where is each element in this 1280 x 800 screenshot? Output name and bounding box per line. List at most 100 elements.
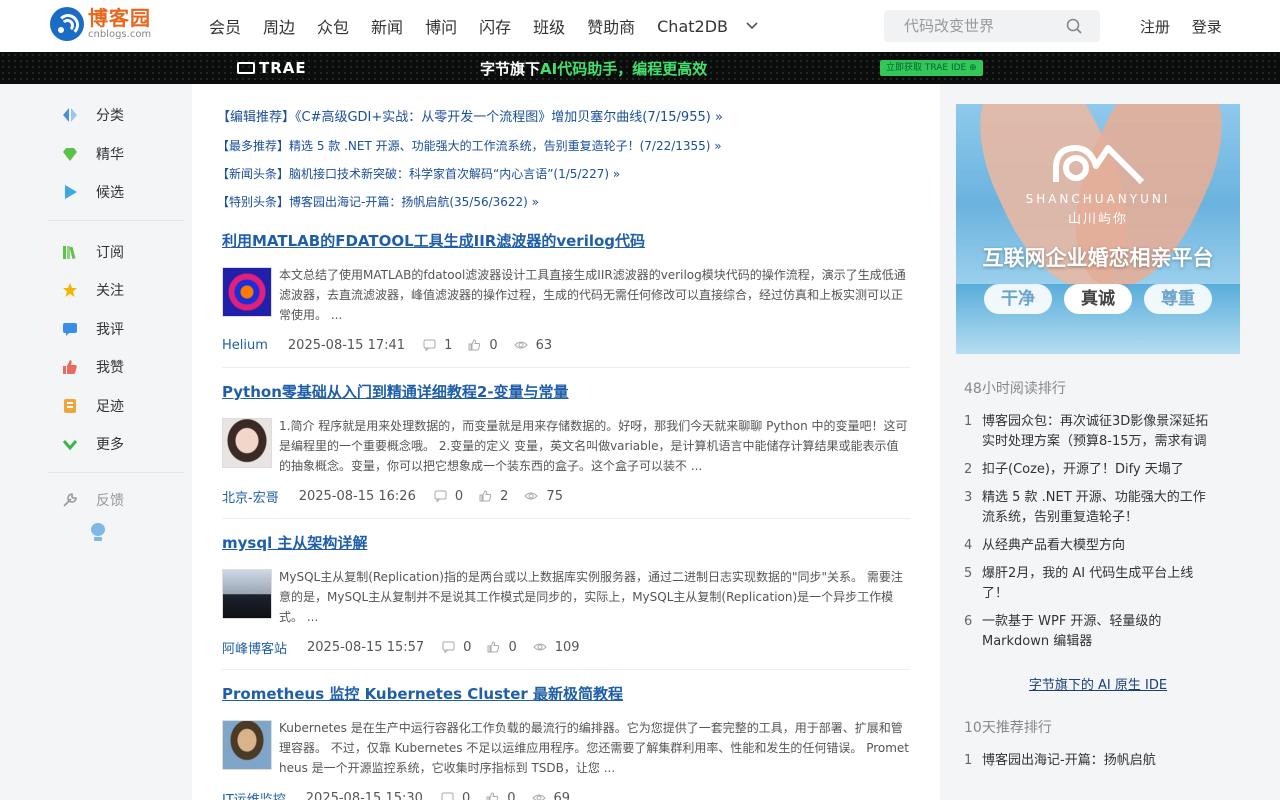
sidebar-item-candidate[interactable]: 候选 <box>48 173 184 212</box>
author-avatar[interactable] <box>222 720 272 770</box>
post-comments[interactable]: 0 <box>434 489 463 504</box>
sidebar-item-follow[interactable]: 关注 <box>48 271 184 310</box>
sidebar-item-label: 候选 <box>96 185 124 202</box>
search-box <box>884 10 1100 42</box>
rank-48h-title: 48小时阅读排行 <box>964 381 1066 397</box>
rank-item[interactable]: 1 博客园众包：再次诚征3D影像景深延拓实时处理方案（预算8-15万，需求有调 <box>964 412 1240 452</box>
play-icon <box>65 185 77 200</box>
post-meta: 阿峰博客站 2025-08-15 15:57 0 0 109 <box>222 637 910 669</box>
nav-item-qa[interactable]: 博问 <box>425 14 457 38</box>
nav-item-class[interactable]: 班级 <box>533 14 565 38</box>
nav-item-merch[interactable]: 周边 <box>263 14 295 38</box>
post-comments[interactable]: 1 <box>423 338 452 353</box>
post-likes[interactable]: 0 <box>468 338 498 353</box>
post-comments[interactable]: 0 <box>441 791 470 800</box>
logo-icon <box>50 7 84 41</box>
books-icon <box>63 245 76 259</box>
ad-pills: 干净 真诚 尊重 <box>984 284 1224 314</box>
post-title[interactable]: Prometheus 监控 Kubernetes Cluster 最新极简教程 <box>222 683 910 704</box>
sidebar-item-more[interactable]: 更多 <box>48 425 184 464</box>
post-item: Python零基础从入门到精通详细教程2-变量与常量 1.简介 程序就是用来处理… <box>222 381 910 519</box>
post-item: 利用MATLAB的FDATOOL工具生成IIR滤波器的verilog代码 本文总… <box>222 230 910 368</box>
author-avatar[interactable] <box>222 267 272 317</box>
post-date: 2025-08-15 17:41 <box>287 337 406 353</box>
sidebar-item-feedback[interactable]: 反馈 <box>48 485 184 515</box>
view-count-icon <box>533 643 547 651</box>
rank-item[interactable]: 1 博客园出海记-开篇：扬帆启航 <box>964 751 1240 771</box>
rank-item[interactable]: 5 爆肝2月，我的 AI 代码生成平台上线了！ <box>964 564 1240 604</box>
post-author[interactable]: 北京-宏哥 <box>222 487 279 506</box>
post-title[interactable]: 利用MATLAB的FDATOOL工具生成IIR滤波器的verilog代码 <box>222 230 910 251</box>
ad-pill: 真诚 <box>1064 284 1132 314</box>
rank-item[interactable]: 4 从经典产品看大模型方向 <box>964 536 1240 556</box>
ad-banner[interactable]: TRAE 字节旗下AI代码助手，编程更高效 立即获取 TRAE IDE ⊕ <box>0 52 1280 84</box>
logo-name-cn: 博客园 <box>88 6 151 30</box>
sidebar-item-featured[interactable]: 精华 <box>48 135 184 174</box>
wrench-icon <box>63 492 77 507</box>
pinned-list: 【编辑推荐】《C#高级GDI+实战：从零开发一个流程图》增加贝塞尔曲线(7/15… <box>217 104 723 216</box>
site-logo[interactable]: 博客园 cnblogs.com <box>50 7 151 41</box>
like-count-icon <box>487 641 500 653</box>
post-views: 69 <box>531 791 570 800</box>
ad-brand-cn: 山川屿你 <box>1067 212 1128 227</box>
author-avatar[interactable] <box>222 418 272 468</box>
post-comments[interactable]: 0 <box>442 640 471 655</box>
like-count-icon <box>468 339 481 351</box>
sidebar-item-my-comments[interactable]: 我评 <box>48 310 184 349</box>
sidebar-item-label: 订阅 <box>96 244 124 261</box>
nav-item-news[interactable]: 新闻 <box>371 14 403 38</box>
rank-10d-list: 1 博客园出海记-开篇：扬帆启航 <box>964 751 1240 771</box>
pinned-item[interactable]: 【特别头条】博客园出海记-开篇：扬帆启航(35/56/3622) » <box>217 188 723 216</box>
post-title[interactable]: Python零基础从入门到精通详细教程2-变量与常量 <box>222 381 910 402</box>
sidebar-item-label: 精华 <box>96 146 124 163</box>
sidebar-ad[interactable]: SHANCHUANYUNI 山川屿你 互联网企业婚恋相亲平台 干净 真诚 尊重 <box>956 104 1240 354</box>
ai-ide-link[interactable]: 字节旗下的 AI 原生 IDE <box>956 674 1240 693</box>
main-nav: 会员 周边 众包 新闻 博问 闪存 班级 赞助商 Chat2DB <box>209 0 758 52</box>
gem-icon <box>63 147 77 161</box>
nav-item-flash[interactable]: 闪存 <box>479 14 511 38</box>
chevron-down-icon[interactable] <box>746 19 758 33</box>
post-meta: IT运维监控 2025-08-15 15:30 0 0 69 <box>222 788 910 800</box>
post-likes[interactable]: 0 <box>487 640 517 655</box>
sidebar-item-label: 关注 <box>96 283 124 300</box>
banner-cta-button[interactable]: 立即获取 TRAE IDE ⊕ <box>880 60 983 76</box>
post-summary: Kubernetes 是在生产中运行容器化工作负载的最流行的编排器。它为您提供了… <box>279 721 910 775</box>
lightbulb-icon[interactable] <box>91 522 105 541</box>
post-meta: Helium 2025-08-15 17:41 1 0 63 <box>222 335 910 367</box>
post-summary: 本文总结了使用MATLAB的fdatool滤波器设计工具直接生成IIR滤波器的v… <box>279 268 906 322</box>
nav-item-chat2db[interactable]: Chat2DB <box>657 17 728 36</box>
post-author[interactable]: 阿峰博客站 <box>222 638 287 657</box>
post-title[interactable]: mysql 主从架构详解 <box>222 532 910 553</box>
rank-item[interactable]: 2 扣子(Coze)，开源了！Dify 天塌了 <box>964 460 1240 480</box>
comment-count-icon <box>441 792 454 800</box>
author-avatar[interactable] <box>222 569 272 619</box>
post-author[interactable]: IT运维监控 <box>222 789 286 800</box>
post-likes[interactable]: 2 <box>479 489 508 504</box>
nav-item-member[interactable]: 会员 <box>209 14 241 38</box>
more-icon <box>62 440 78 451</box>
pinned-item[interactable]: 【新闻头条】脑机接口技术新突破：科学家首次解码“内心言语”(1/5/227) » <box>217 160 723 188</box>
post-likes[interactable]: 0 <box>486 791 516 800</box>
post-meta: 北京-宏哥 2025-08-15 16:26 0 2 75 <box>222 486 910 518</box>
comment-count-icon <box>423 339 436 351</box>
rank-item[interactable]: 6 一款基于 WPF 开源、轻量级的 Markdown 编辑器 <box>964 612 1240 652</box>
comment-count-icon <box>442 641 455 653</box>
pinned-item[interactable]: 【最多推荐】精选 5 款 .NET 开源、功能强大的工作流系统，告别重复造轮子！… <box>217 132 723 160</box>
nav-item-sponsor[interactable]: 赞助商 <box>587 14 635 38</box>
sidebar-item-label: 反馈 <box>96 492 124 509</box>
sidebar-item-my-likes[interactable]: 我赞 <box>48 348 184 387</box>
sidebar-item-category[interactable]: 分类 <box>48 96 184 135</box>
sidebar-item-footprint[interactable]: 足迹 <box>48 387 184 426</box>
search-input[interactable] <box>884 10 1054 42</box>
login-link[interactable]: 登录 <box>1192 18 1222 36</box>
search-icon[interactable] <box>1066 18 1082 34</box>
register-link[interactable]: 注册 <box>1140 18 1170 36</box>
sidebar-item-subscribe[interactable]: 订阅 <box>48 233 184 272</box>
post-author[interactable]: Helium <box>222 338 268 353</box>
rank-10d-title: 10天推荐排行 <box>964 720 1052 736</box>
rank-item[interactable]: 3 精选 5 款 .NET 开源、功能强大的工作流系统，告别重复造轮子！ <box>964 488 1240 528</box>
nav-item-crowdsource[interactable]: 众包 <box>317 14 349 38</box>
view-count-icon <box>531 794 546 800</box>
banner-slogan: 字节旗下AI代码助手，编程更高效 <box>480 60 708 78</box>
pinned-item[interactable]: 【编辑推荐】《C#高级GDI+实战：从零开发一个流程图》增加贝塞尔曲线(7/15… <box>217 104 723 132</box>
